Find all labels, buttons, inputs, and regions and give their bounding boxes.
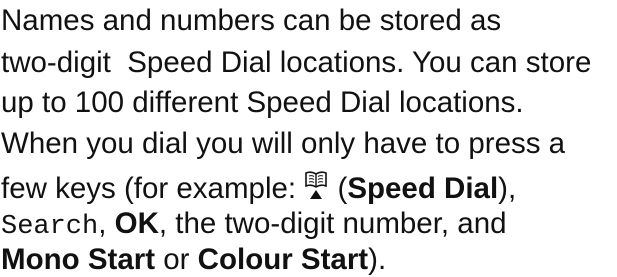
speed-dial-key-label: Speed Dial xyxy=(347,172,499,205)
line6-comma: , xyxy=(98,207,115,240)
mono-start-key-label: Mono Start xyxy=(1,243,156,276)
text-line-7: Mono Start or Colour Start). xyxy=(1,243,386,277)
text-line-5: few keys (for example: (Speed Dial), xyxy=(1,170,516,206)
line5-paren-close: ), xyxy=(498,172,517,205)
line6-rest: , the two-digit number, and xyxy=(158,207,507,240)
text-line-3: up to 100 different Speed Dial locations… xyxy=(1,86,524,119)
text-line-4: When you dial you will only have to pres… xyxy=(1,127,566,160)
colour-start-key-label: Colour Start xyxy=(197,243,369,276)
text-line-1: Names and numbers can be stored as xyxy=(1,4,502,37)
ok-key-label: OK xyxy=(114,207,159,240)
text-line-2: two-digit Speed Dial locations. You can … xyxy=(1,46,592,79)
search-menu-label: Search xyxy=(1,212,99,242)
book-icon xyxy=(305,170,328,200)
line7-end: ). xyxy=(368,243,387,276)
line5-prefix: few keys (for example: xyxy=(1,172,305,205)
line5-paren-open: ( xyxy=(329,172,348,205)
text-line-6: Search, OK, the two-digit number, and xyxy=(1,207,507,244)
line7-or: or xyxy=(155,243,198,276)
